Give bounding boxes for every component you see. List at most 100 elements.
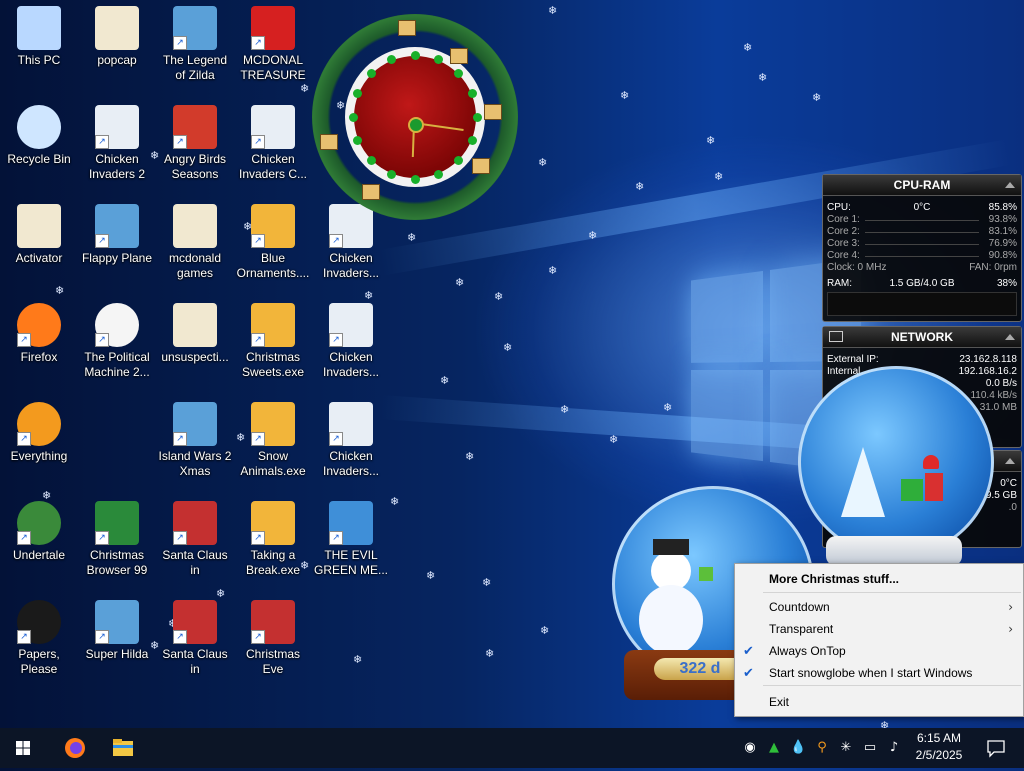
menu-item-transparent[interactable]: Transparent › (735, 618, 1023, 640)
desktop-icon[interactable]: ↗ Angry Birds Seasons (156, 101, 234, 182)
menu-item-exit[interactable]: Exit (735, 691, 1023, 713)
core-list: Core 1: 93.8% Core 2: 83.1% Core 3: 76.9% Core… (823, 214, 1021, 262)
desktop-icon[interactable]: ↗ Island Wars 2 Xmas (156, 398, 234, 479)
firefox-icon: ↗ (17, 303, 61, 347)
political-machine-icon: ↗ (95, 303, 139, 347)
shortcut-arrow-icon: ↗ (95, 630, 109, 644)
wreath-house (472, 158, 490, 174)
cpu-ram-gadget[interactable]: CPU-RAM CPU: 0°C 85.8% Core 1: 93.8% Core 2:… (822, 174, 1022, 322)
tree-tray-icon[interactable]: ▲ (766, 740, 782, 756)
shortcut-arrow-icon: ↗ (329, 531, 343, 545)
desktop-icon[interactable]: ↗ Chicken Invaders... (312, 299, 390, 380)
snowflake-icon: ❄ (706, 134, 716, 147)
desktop-icon-label: Activator (15, 251, 63, 265)
snowflake-icon[interactable]: ✳ (838, 740, 854, 756)
gifts-snowglobe[interactable] (798, 366, 994, 558)
desktop-icon[interactable]: ↗ Snow Animals.exe (234, 398, 312, 479)
desktop-icon[interactable]: ↗ THE EVIL GREEN ME... (312, 497, 390, 578)
action-center-button[interactable] (974, 728, 1018, 768)
tree-icon: ↗ (95, 501, 139, 545)
taskbar-file-explorer[interactable] (100, 728, 146, 768)
ornament-icon: ↗ (251, 402, 295, 446)
core-row: Core 4: 90.8% (823, 250, 1021, 262)
desktop-icon[interactable]: ↗ Flappy Plane (78, 200, 156, 266)
christmas-clock-gadget[interactable] (312, 14, 518, 220)
desktop-icon[interactable]: popcap (78, 2, 156, 68)
taskbar-clock[interactable]: 6:15 AM 2/5/2025 (908, 730, 970, 764)
desktop-icon[interactable]: ↗ MCDONAL TREASURE (234, 2, 312, 83)
collapse-icon[interactable] (1005, 458, 1015, 464)
desktop-icon-label: Flappy Plane (81, 251, 153, 265)
collapse-icon[interactable] (1005, 334, 1015, 340)
shortcut-arrow-icon: ↗ (329, 333, 343, 347)
snowflake-icon: ❄ (407, 231, 417, 244)
desktop-icon[interactable]: Activator (0, 200, 78, 266)
wreath-house (398, 20, 416, 36)
droplet-icon[interactable]: 💧 (790, 740, 806, 756)
monitor-icon (829, 331, 843, 342)
start-button[interactable] (0, 728, 46, 768)
desktop-icon[interactable]: ↗ Christmas Eve Crisis (234, 596, 312, 677)
desktop-icon-label: Christmas Sweets.exe (241, 350, 305, 379)
core-value: 76.9% (988, 238, 1017, 249)
desktop-icon[interactable]: ↗ Blue Ornaments.... (234, 200, 312, 281)
santa-hat (923, 455, 939, 469)
menu-item-start-snowglobe-when-i-start-windows[interactable]: ✔ Start snowglobe when I start Windows (735, 662, 1023, 684)
desktop-icon-label: Christmas Eve Crisis (245, 647, 300, 676)
desktop-icon[interactable]: ↗ The Political Machine 2... (78, 299, 156, 380)
desktop-icon[interactable]: ↗ Chicken Invaders 2 (78, 101, 156, 182)
snowflake-icon: ❄ (620, 89, 630, 102)
desktop-icon-label: Taking a Break.exe (245, 548, 301, 577)
shortcut-arrow-icon: ↗ (251, 630, 265, 644)
desktop-icon-label: Angry Birds Seasons (163, 152, 227, 181)
desktop-icon[interactable]: ↗ Everything (0, 398, 78, 464)
shortcut-arrow-icon: ↗ (173, 36, 187, 50)
desktop-icon[interactable]: ↗ Undertale (0, 497, 78, 563)
volume-icon[interactable]: ♪ (886, 740, 902, 756)
search-tray-icon[interactable]: ⚲ (814, 740, 830, 756)
clock-bead (454, 68, 464, 78)
snowflake-icon: ❄ (426, 569, 436, 582)
folder-icon (173, 204, 217, 248)
computer-icon (17, 6, 61, 50)
desktop-icon[interactable]: ↗ Santa Claus in Trouble... A... (156, 596, 234, 677)
desktop-icon[interactable]: ↗ Super Hilda (78, 596, 156, 662)
desktop-icon[interactable]: ↗ Papers, Please (0, 596, 78, 677)
menu-item-more-christmas-stuff[interactable]: More Christmas stuff... (735, 568, 1023, 590)
taskbar-firefox[interactable] (52, 728, 98, 768)
desktop-icon[interactable]: ↗ Chicken Invaders C... (234, 101, 312, 182)
snowflake-icon: ❄ (880, 719, 890, 728)
collapse-icon[interactable] (1005, 182, 1015, 188)
desktop-icon-label: mcdonald games (168, 251, 222, 280)
gift-icon (699, 567, 713, 581)
snowflake-icon: ❄ (485, 647, 495, 660)
menu-item-countdown[interactable]: Countdown › (735, 596, 1023, 618)
chevron-right-icon: › (1008, 622, 1013, 636)
snowglobe-tray-icon[interactable]: ◉ (742, 740, 758, 756)
desktop-icon[interactable]: ↗ Taking a Break.exe (234, 497, 312, 578)
desktop-icon[interactable]: Recycle Bin (0, 101, 78, 167)
desktop-icon[interactable]: ↗ Christmas Sweets.exe (234, 299, 312, 380)
desktop-icon[interactable]: ↗ Christmas Browser 99 (78, 497, 156, 578)
shortcut-arrow-icon: ↗ (329, 234, 343, 248)
desktop-icon[interactable]: This PC (0, 2, 78, 68)
messenger-icon: ↗ (329, 501, 373, 545)
desktop-icon[interactable]: ↗ The Legend of Zilda (156, 2, 234, 83)
shortcut-arrow-icon: ↗ (173, 432, 187, 446)
network-icon[interactable]: ▭ (862, 740, 878, 756)
desktop-icon[interactable]: mcdonald games (156, 200, 234, 281)
desktop-icon-label: Super Hilda (85, 647, 149, 661)
desktop-icon-label: Papers, Please (18, 647, 60, 676)
desktop-icon[interactable]: ↗ Firefox (0, 299, 78, 365)
desktop-icon[interactable]: unsuspecti... (156, 299, 234, 365)
desktop-icon[interactable]: ↗ Chicken Invaders... (312, 398, 390, 479)
core-row: Core 1: 93.8% (823, 214, 1021, 226)
snowman-body (639, 585, 703, 655)
menu-item-always-ontop[interactable]: ✔ Always OnTop (735, 640, 1023, 662)
wreath-house (362, 184, 380, 200)
network-title: NETWORK (823, 327, 1021, 348)
desktop-icon[interactable]: ↗ Santa Claus in Trouble (156, 497, 234, 578)
core-value: 83.1% (988, 226, 1017, 237)
snowflake-icon: ❄ (540, 624, 550, 637)
snowflake-icon: ❄ (560, 403, 570, 416)
